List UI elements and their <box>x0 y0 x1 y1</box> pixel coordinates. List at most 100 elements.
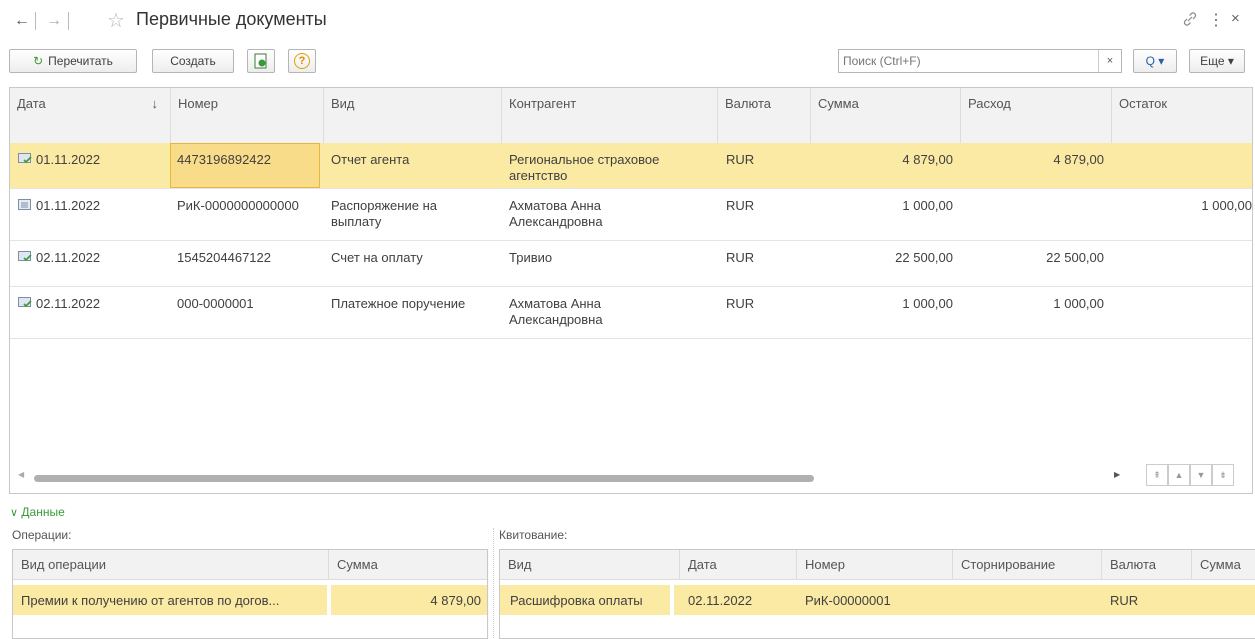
table-row[interactable]: 01.11.2022 4473196892422 Отчет агента Ре… <box>10 143 1252 189</box>
cell-reconcile-currency: RUR <box>1110 593 1139 608</box>
column-currency[interactable]: Валюта <box>718 88 811 143</box>
cell-kind: Отчет агента <box>331 152 410 167</box>
cell-reconcile-date: 02.11.2022 <box>688 593 753 608</box>
cell-sum: 4 879,00 <box>902 152 953 167</box>
nav-separator <box>35 12 36 30</box>
document-posted-icon <box>18 251 32 262</box>
back-button[interactable]: ← <box>12 10 32 32</box>
cell-contractor: Ахматова Анна Александровна <box>509 198 603 229</box>
table-header: Дата ↓ Номер Вид Контрагент Валюта Сумма… <box>10 88 1252 144</box>
cell-operation-kind: Премии к получению от агентов по догов..… <box>21 593 280 608</box>
cell-contractor: Ахматова Анна Александровна <box>509 296 603 327</box>
panel-splitter[interactable] <box>493 528 495 638</box>
column-kind[interactable]: Вид <box>324 88 502 143</box>
chevron-down-icon: ∨ <box>10 507 19 519</box>
column-reconcile-date[interactable]: Дата <box>680 550 797 580</box>
cell-reconcile-kind: Расшифровка оплаты <box>510 593 643 608</box>
cell-number-focused[interactable]: 4473196892422 <box>170 143 320 188</box>
table-row[interactable]: 02.11.2022 000-0000001 Платежное поручен… <box>10 287 1252 339</box>
operations-label: Операции: <box>12 528 72 542</box>
scroll-down-icon[interactable]: ▼ <box>1190 464 1212 486</box>
column-reconcile-storno[interactable]: Сторнирование <box>953 550 1102 580</box>
cell-number: 1545204467122 <box>177 250 271 265</box>
reconcile-header: Вид Дата Номер Сторнирование Валюта Сумм… <box>500 550 1255 580</box>
close-icon[interactable]: × <box>1231 10 1240 27</box>
link-icon[interactable] <box>1182 11 1198 27</box>
search-field[interactable]: × <box>838 49 1122 73</box>
cell-date: 02.11.2022 <box>36 296 101 311</box>
cell-kind: Платежное поручение <box>331 296 466 311</box>
nav-separator <box>68 12 69 30</box>
sort-desc-icon: ↓ <box>151 96 159 111</box>
horizontal-scrollbar[interactable]: ◀ ▶ <box>18 470 1120 484</box>
more-actions-icon[interactable]: ⋮ <box>1208 10 1224 30</box>
help-button[interactable]: ? <box>288 49 316 73</box>
column-contractor[interactable]: Контрагент <box>502 88 718 143</box>
reread-label: Перечитать <box>48 54 113 68</box>
scroll-to-bottom-icon[interactable]: ⇟ <box>1212 464 1234 486</box>
scroll-up-icon[interactable]: ▲ <box>1168 464 1190 486</box>
column-date[interactable]: Дата ↓ <box>10 88 171 143</box>
favorite-star-icon[interactable]: ☆ <box>106 10 126 32</box>
cell-sum: 1 000,00 <box>902 198 953 213</box>
column-reconcile-kind[interactable]: Вид <box>500 550 680 580</box>
column-reconcile-number[interactable]: Номер <box>797 550 953 580</box>
forward-button[interactable]: → <box>44 10 64 32</box>
cell-date: 01.11.2022 <box>36 152 101 167</box>
export-button[interactable] <box>247 49 275 73</box>
column-expense[interactable]: Расход <box>961 88 1112 143</box>
cell-expense: 22 500,00 <box>1046 250 1104 265</box>
document-export-icon <box>254 53 267 69</box>
table-row[interactable]: Премии к получению от агентов по догов..… <box>13 585 487 615</box>
search-button[interactable]: Q ▾ <box>1133 49 1177 73</box>
table-row[interactable]: 01.11.2022 РиК-0000000000000 Распоряжени… <box>10 189 1252 241</box>
cell-sum: 22 500,00 <box>895 250 953 265</box>
scroll-to-top-icon[interactable]: ⇞ <box>1146 464 1168 486</box>
help-icon: ? <box>294 53 310 69</box>
cell-number: 000-0000001 <box>177 296 254 311</box>
documents-table[interactable]: Дата ↓ Номер Вид Контрагент Валюта Сумма… <box>9 87 1253 494</box>
more-button[interactable]: Еще ▾ <box>1189 49 1245 73</box>
document-posted-icon <box>18 297 32 308</box>
cell-currency: RUR <box>726 152 755 167</box>
reread-button[interactable]: ↻ Перечитать <box>9 49 137 73</box>
table-row[interactable]: 02.11.2022 1545204467122 Счет на оплату … <box>10 241 1252 287</box>
table-row[interactable]: Расшифровка оплаты 02.11.2022 РиК-000000… <box>500 585 1255 615</box>
create-button[interactable]: Создать <box>152 49 234 73</box>
cell-sum: 1 000,00 <box>902 296 953 311</box>
column-operation-kind[interactable]: Вид операции <box>13 550 329 580</box>
scrollbar-thumb[interactable] <box>34 475 814 482</box>
cell-reconcile-number: РиК-00000001 <box>805 593 891 608</box>
column-reconcile-sum[interactable]: Сумма <box>1192 550 1255 580</box>
cell-operation-sum: 4 879,00 <box>430 593 481 608</box>
column-reconcile-currency[interactable]: Валюта <box>1102 550 1192 580</box>
scroll-right-icon[interactable]: ▶ <box>1114 470 1120 479</box>
reconcile-table[interactable]: Вид Дата Номер Сторнирование Валюта Сумм… <box>499 549 1255 639</box>
cell-number: РиК-0000000000000 <box>177 198 299 213</box>
document-posted-icon <box>18 153 32 164</box>
document-icon <box>18 199 31 210</box>
cell-kind: Счет на оплату <box>331 250 423 265</box>
refresh-icon: ↻ <box>33 54 44 68</box>
cell-contractor: Региональное страховое агентство <box>509 152 660 183</box>
column-sum[interactable]: Сумма <box>811 88 961 143</box>
operations-table[interactable]: Вид операции Сумма Премии к получению от… <box>12 549 488 639</box>
reconcile-label: Квитование: <box>499 528 568 542</box>
search-input[interactable] <box>843 51 1093 71</box>
column-number[interactable]: Номер <box>171 88 324 143</box>
scroll-left-icon[interactable]: ◀ <box>18 470 24 479</box>
cell-kind: Распоряжение на выплату <box>331 198 437 229</box>
cell-expense: 1 000,00 <box>1053 296 1104 311</box>
cell-currency: RUR <box>726 250 755 265</box>
cell-rest: 1 000,00 <box>1201 198 1252 213</box>
cell-currency: RUR <box>726 198 755 213</box>
cell-contractor: Тривио <box>509 250 553 265</box>
create-label: Создать <box>170 54 216 68</box>
cell-date: 01.11.2022 <box>36 198 101 213</box>
cell-expense: 4 879,00 <box>1053 152 1104 167</box>
search-clear-icon[interactable]: × <box>1098 50 1121 72</box>
data-section-toggle[interactable]: ∨ Данные <box>10 505 65 519</box>
data-section-label: Данные <box>21 505 65 519</box>
column-rest[interactable]: Остаток <box>1112 88 1252 143</box>
column-operation-sum[interactable]: Сумма <box>329 550 487 580</box>
